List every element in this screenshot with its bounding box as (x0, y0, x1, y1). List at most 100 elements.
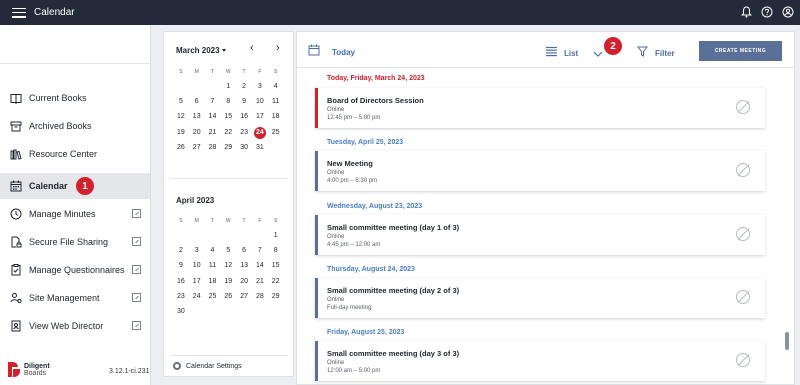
week-row: 19 20 21 22 23 24 25 (173, 126, 284, 139)
date-cell[interactable]: 30 (236, 142, 252, 154)
date-cell[interactable]: 27 (236, 291, 252, 303)
date-cell[interactable]: 25 (268, 127, 284, 139)
create-meeting-button[interactable]: CREATE MEETING (699, 41, 782, 61)
date-cell[interactable]: 1 (220, 81, 236, 93)
date-cell[interactable]: 3 (252, 81, 268, 93)
top-bar: Calendar (0, 0, 800, 25)
sidebar-item-site-management[interactable]: Site Management (0, 285, 150, 311)
date-cell[interactable]: 17 (252, 111, 268, 123)
sidebar-item-manage-minutes[interactable]: Manage Minutes (0, 201, 150, 227)
date-cell[interactable]: 20 (236, 276, 252, 288)
date-cell[interactable]: 30 (173, 306, 189, 318)
date-cell[interactable]: 12 (220, 260, 236, 272)
meeting-title: Small committee meeting (day 2 of 3) (327, 286, 460, 295)
calendar-settings-label: Calendar Settings (186, 362, 242, 370)
date-cell[interactable]: 28 (252, 291, 268, 303)
today-date-cell[interactable]: 24 (253, 126, 266, 139)
date-cell[interactable]: 20 (189, 127, 205, 139)
next-month-arrow[interactable]: › (276, 42, 280, 54)
empty-cell (189, 230, 205, 242)
meeting-card[interactable]: Small committee meeting (day 2 of 3) Onl… (315, 278, 765, 318)
sidebar-item-manage-questionnaires[interactable]: Manage Questionnaires (0, 257, 150, 283)
meeting-card[interactable]: Small committee meeting (day 3 of 3) Onl… (315, 341, 765, 381)
empty-cell (220, 306, 236, 318)
date-cell[interactable]: 9 (173, 260, 189, 272)
date-cell[interactable]: 19 (220, 276, 236, 288)
date-cell[interactable]: 9 (236, 96, 252, 108)
month-title-april: April 2023 (176, 196, 215, 205)
weekday-label: S (179, 218, 183, 224)
date-cell[interactable]: 8 (268, 245, 284, 257)
date-cell[interactable]: 25 (205, 291, 221, 303)
date-cell[interactable]: 3 (189, 245, 205, 257)
filter-button[interactable]: Filter (636, 44, 675, 62)
date-cell[interactable]: 22 (268, 276, 284, 288)
date-cell[interactable]: 29 (220, 142, 236, 154)
date-cell[interactable]: 16 (173, 276, 189, 288)
date-cell[interactable]: 7 (205, 96, 221, 108)
meeting-card[interactable]: Small committee meeting (day 1 of 3) Onl… (315, 215, 765, 255)
sidebar-item-current-books[interactable]: Current Books (0, 85, 150, 111)
meeting-card[interactable]: New Meeting Online 4:00 pm – 6:30 pm (315, 151, 765, 191)
date-cell[interactable]: 2 (173, 245, 189, 257)
empty-cell (236, 230, 252, 242)
sidebar-item-view-web-director[interactable]: View Web Director (0, 313, 150, 339)
today-button[interactable]: Today (308, 43, 355, 61)
help-icon[interactable] (761, 6, 773, 18)
sidebar-item-archived-books[interactable]: Archived Books (0, 113, 150, 139)
menu-icon[interactable] (12, 7, 26, 18)
date-cell[interactable]: 10 (252, 96, 268, 108)
date-cell[interactable]: 18 (205, 276, 221, 288)
date-cell[interactable]: 17 (189, 276, 205, 288)
date-cell[interactable]: 27 (189, 142, 205, 154)
sidebar-item-secure-file-sharing[interactable]: Secure File Sharing (0, 229, 150, 255)
meeting-card[interactable]: Board of Directors Session Online 12:45 … (315, 88, 765, 128)
scrollbar[interactable] (785, 332, 789, 350)
date-cell[interactable]: 31 (252, 142, 268, 154)
date-cell[interactable]: 11 (205, 260, 221, 272)
date-cell[interactable]: 19 (173, 127, 189, 139)
date-cell[interactable]: 22 (220, 127, 236, 139)
sidebar-item-calendar[interactable]: Calendar 1 (0, 173, 150, 199)
date-cell[interactable]: 24 (189, 291, 205, 303)
date-cell[interactable]: 12 (173, 111, 189, 123)
date-cell[interactable]: 5 (173, 96, 189, 108)
date-cell[interactable]: 14 (252, 260, 268, 272)
date-cell[interactable]: 13 (189, 111, 205, 123)
date-cell[interactable]: 13 (236, 260, 252, 272)
calendar-settings-button[interactable]: Calendar Settings (173, 362, 242, 370)
view-selector[interactable]: List (545, 44, 603, 62)
date-cell[interactable]: 21 (205, 127, 221, 139)
date-cell[interactable]: 8 (220, 96, 236, 108)
date-cell[interactable]: 15 (220, 111, 236, 123)
meeting-time: 4:00 pm – 6:30 pm (327, 178, 378, 184)
date-cell[interactable]: 2 (236, 81, 252, 93)
date-cell[interactable]: 4 (205, 245, 221, 257)
date-cell[interactable]: 6 (189, 96, 205, 108)
date-cell[interactable]: 10 (189, 260, 205, 272)
meeting-time: Full-day meeting (327, 305, 372, 311)
date-cell[interactable]: 21 (252, 276, 268, 288)
date-cell[interactable]: 26 (173, 142, 189, 154)
date-cell[interactable]: 18 (268, 111, 284, 123)
prev-month-arrow[interactable]: ‹ (250, 42, 254, 54)
date-cell[interactable]: 4 (268, 81, 284, 93)
date-cell[interactable]: 14 (205, 111, 221, 123)
date-cell[interactable]: 23 (173, 291, 189, 303)
library-icon (10, 148, 22, 160)
date-cell[interactable]: 29 (268, 291, 284, 303)
date-cell[interactable]: 5 (220, 245, 236, 257)
user-profile-icon[interactable] (782, 6, 794, 18)
date-cell[interactable]: 26 (220, 291, 236, 303)
date-cell[interactable]: 1 (268, 230, 284, 242)
sidebar-item-resource-center[interactable]: Resource Center (0, 141, 150, 167)
date-cell[interactable]: 28 (205, 142, 221, 154)
date-cell[interactable]: 6 (236, 245, 252, 257)
date-cell[interactable]: 15 (268, 260, 284, 272)
month-selector[interactable]: March 2023 (176, 46, 226, 55)
date-cell[interactable]: 16 (236, 111, 252, 123)
date-cell[interactable]: 11 (268, 96, 284, 108)
date-cell[interactable]: 23 (236, 127, 252, 139)
notification-bell-icon[interactable] (740, 6, 752, 18)
date-cell[interactable]: 7 (252, 245, 268, 257)
